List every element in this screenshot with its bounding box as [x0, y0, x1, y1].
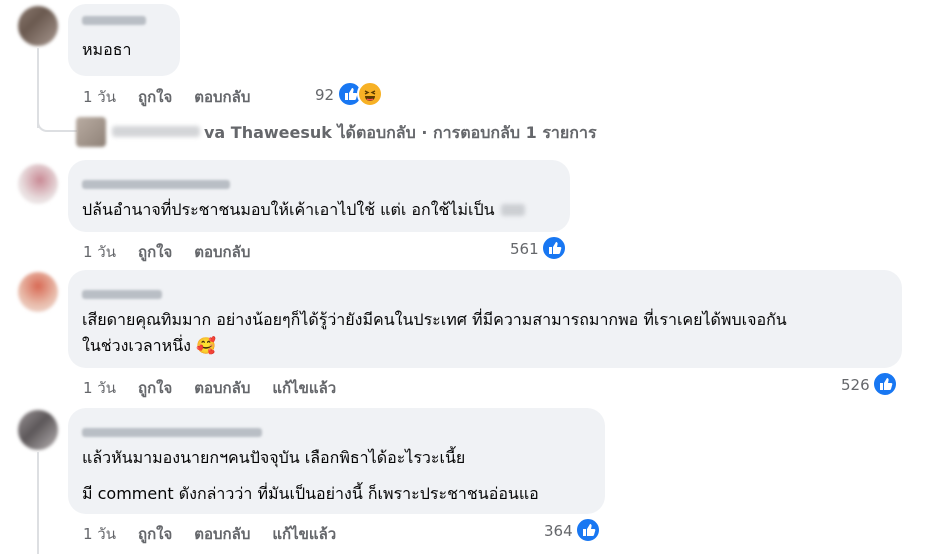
commenter-name[interactable]	[82, 428, 262, 437]
timestamp-link[interactable]: 1 วัน	[83, 88, 116, 106]
avatar[interactable]	[18, 164, 58, 204]
reaction-count[interactable]: 561	[510, 240, 539, 258]
timestamp-link[interactable]: 1 วัน	[83, 243, 116, 261]
like-icon	[575, 517, 601, 543]
edited-label[interactable]: แก้ไขแล้ว	[272, 525, 336, 543]
commenter-name[interactable]	[82, 16, 146, 25]
comment-bubble: ปล้นอำนาจที่ประชาชนมอบให้เค้าเอาไปใช้ แต…	[68, 160, 570, 232]
reaction-count[interactable]: 364	[544, 522, 573, 540]
reaction-count[interactable]: 92	[315, 86, 334, 104]
comment-text: เสียดายคุณทิมมาก อย่างน้อยๆก็ได้รู้ว่ายั…	[82, 310, 787, 329]
comment-text: มี comment ดังกล่าวว่า ที่มันเป็นอย่างนี…	[82, 484, 539, 503]
like-icon	[872, 371, 898, 397]
comment-text: หมอธา	[82, 40, 132, 59]
comment-bubble: หมอธา	[68, 4, 180, 76]
comment-actions: 1 วัน ถูกใจ ตอบกลับ แก้ไขแล้ว	[83, 376, 358, 400]
thread-connector	[37, 452, 39, 554]
thread-connector-curve	[37, 112, 77, 132]
timestamp-link[interactable]: 1 วัน	[83, 379, 116, 397]
comment-actions: 1 วัน ถูกใจ ตอบกลับ	[83, 85, 272, 109]
comment-bubble: เสียดายคุณทิมมาก อย่างน้อยๆก็ได้รู้ว่ายั…	[68, 270, 902, 368]
comment-text: แล้วหันมามองนายกฯคนปัจจุบัน เลือกพิธาได้…	[82, 448, 466, 467]
like-button[interactable]: ถูกใจ	[138, 379, 172, 397]
redacted-name	[112, 126, 200, 137]
edited-label[interactable]: แก้ไขแล้ว	[272, 379, 336, 397]
redacted-text	[501, 204, 525, 216]
commenter-name[interactable]	[82, 290, 162, 299]
comment-text: ปล้นอำนาจที่ประชาชนมอบให้เค้าเอาไปใช้ แต…	[82, 200, 495, 219]
like-icon	[541, 235, 567, 261]
haha-icon	[357, 81, 383, 107]
avatar[interactable]	[18, 410, 58, 450]
like-button[interactable]: ถูกใจ	[138, 243, 172, 261]
comment-text: ในช่วงเวลาหนึ่ง 🥰	[82, 336, 216, 355]
avatar[interactable]	[76, 117, 106, 147]
reply-button[interactable]: ตอบกลับ	[194, 88, 250, 106]
reply-button[interactable]: ตอบกลับ	[194, 379, 250, 397]
avatar[interactable]	[18, 6, 58, 46]
reply-button[interactable]: ตอบกลับ	[194, 243, 250, 261]
like-button[interactable]: ถูกใจ	[138, 525, 172, 543]
timestamp-link[interactable]: 1 วัน	[83, 525, 116, 543]
commenter-name[interactable]	[82, 180, 230, 189]
like-button[interactable]: ถูกใจ	[138, 88, 172, 106]
comment-bubble: แล้วหันมามองนายกฯคนปัจจุบัน เลือกพิธาได้…	[68, 408, 605, 514]
reaction-count[interactable]: 526	[841, 376, 870, 394]
comment-actions: 1 วัน ถูกใจ ตอบกลับ แก้ไขแล้ว	[83, 522, 358, 546]
comment-actions: 1 วัน ถูกใจ ตอบกลับ	[83, 240, 272, 264]
reply-summary-link[interactable]: va Thaweesuk ได้ตอบกลับ · การตอบกลับ 1 ร…	[204, 121, 597, 146]
reply-button[interactable]: ตอบกลับ	[194, 525, 250, 543]
avatar[interactable]	[18, 272, 58, 312]
